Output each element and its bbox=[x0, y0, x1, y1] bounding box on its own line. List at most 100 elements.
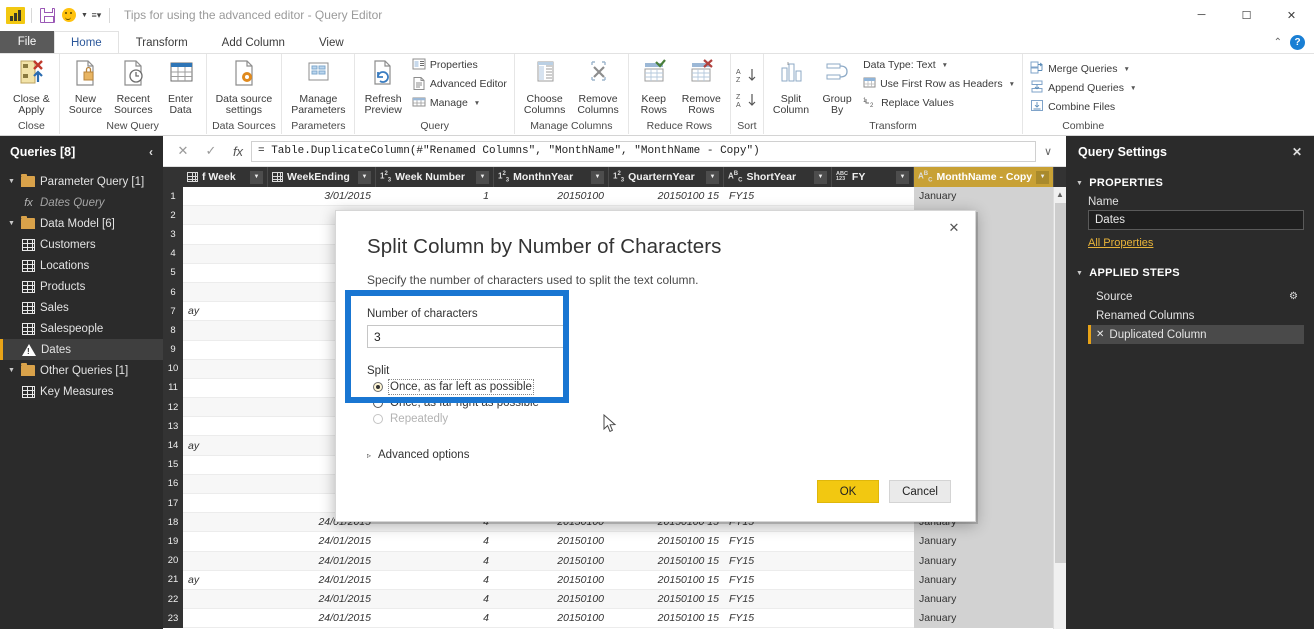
table-cell[interactable]: 4 bbox=[376, 532, 494, 551]
scroll-up-arrow-icon[interactable]: ▲ bbox=[1054, 187, 1066, 201]
table-cell[interactable] bbox=[183, 263, 268, 282]
applied-step-source[interactable]: Source ⚙ bbox=[1088, 287, 1304, 306]
radio-button-icon[interactable] bbox=[373, 382, 383, 392]
table-cell[interactable] bbox=[832, 589, 914, 608]
query-item-salespeople[interactable]: Salespeople bbox=[0, 318, 163, 339]
table-cell[interactable]: 3/01/2015 bbox=[268, 187, 376, 206]
minimize-button[interactable]: ─ bbox=[1179, 0, 1224, 31]
choose-columns-button[interactable]: Choose Columns bbox=[519, 56, 570, 119]
table-cell[interactable]: 4 bbox=[376, 609, 494, 628]
formula-expand-icon[interactable]: ∨ bbox=[1036, 145, 1060, 158]
all-properties-link[interactable]: All Properties bbox=[1066, 230, 1314, 249]
use-first-row-dropdown-icon[interactable]: ▼ bbox=[1009, 81, 1015, 88]
table-cell[interactable]: 20150100 15 bbox=[609, 187, 724, 206]
remove-columns-button[interactable]: Remove Columns bbox=[572, 56, 623, 119]
column-filter-icon[interactable]: ▼ bbox=[1036, 170, 1050, 184]
radio-once-far-right[interactable]: Once, as far right as possible bbox=[336, 393, 975, 409]
applied-steps-section-header[interactable]: ▼ APPLIED STEPS bbox=[1066, 249, 1314, 283]
advanced-options-toggle[interactable]: ▹ Advanced options bbox=[336, 425, 975, 461]
column-header-shortyear[interactable]: ABC ShortYear ▼ bbox=[724, 167, 832, 187]
tab-view[interactable]: View bbox=[302, 31, 361, 53]
table-cell[interactable]: FY15 bbox=[724, 609, 832, 628]
manage-parameters-button[interactable]: Manage Parameters bbox=[286, 56, 350, 119]
properties-section-header[interactable]: ▼ PROPERTIES bbox=[1066, 167, 1314, 193]
column-header-monthname-copy[interactable]: ABC MonthName - Copy ▼ bbox=[914, 167, 1054, 187]
close-query-settings-icon[interactable]: ✕ bbox=[1292, 145, 1302, 159]
cancel-button[interactable]: Cancel bbox=[889, 480, 951, 503]
table-cell[interactable] bbox=[183, 609, 268, 628]
table-cell[interactable]: January bbox=[914, 570, 1054, 590]
query-group-parameter-query[interactable]: ▼ Parameter Query [1] bbox=[0, 171, 163, 192]
table-cell[interactable]: 20150100 bbox=[494, 609, 609, 628]
table-cell[interactable] bbox=[832, 551, 914, 570]
column-header-quarternyear[interactable]: 123 QuarternYear ▼ bbox=[609, 167, 724, 187]
table-cell[interactable] bbox=[183, 513, 268, 532]
table-cell[interactable] bbox=[832, 570, 914, 589]
query-group-other-queries[interactable]: ▼ Other Queries [1] bbox=[0, 360, 163, 381]
table-cell[interactable]: January bbox=[914, 187, 1054, 206]
close-and-apply-button[interactable]: Close & Apply bbox=[8, 56, 55, 119]
expander-icon[interactable]: ▼ bbox=[8, 367, 16, 374]
column-header-weekending[interactable]: WeekEnding ▼ bbox=[268, 167, 376, 187]
column-filter-icon[interactable]: ▼ bbox=[358, 170, 371, 184]
table-cell[interactable]: January bbox=[914, 608, 1054, 628]
gear-icon[interactable]: ⚙ bbox=[1289, 291, 1298, 302]
table-row[interactable]: 19 24/01/2015 4 20150100 20150100 15 FY15 Janu… bbox=[163, 531, 1066, 552]
expander-icon[interactable]: ▼ bbox=[8, 220, 16, 227]
table-cell[interactable]: 1 bbox=[376, 187, 494, 206]
refresh-preview-button[interactable]: Refresh Preview bbox=[359, 56, 406, 119]
table-cell[interactable]: 24/01/2015 bbox=[268, 589, 376, 608]
table-cell[interactable] bbox=[832, 609, 914, 628]
table-cell[interactable]: 20150100 bbox=[494, 551, 609, 570]
table-cell[interactable]: 24/01/2015 bbox=[268, 609, 376, 628]
table-cell[interactable]: ay bbox=[183, 302, 268, 321]
table-cell[interactable]: January bbox=[914, 589, 1054, 609]
table-cell[interactable] bbox=[183, 589, 268, 608]
collapse-ribbon-icon[interactable]: ⌃ bbox=[1274, 37, 1282, 48]
table-cell[interactable]: 20150100 15 bbox=[609, 532, 724, 551]
table-row[interactable]: 21 ay 24/01/2015 4 20150100 20150100 15 FY15 Ja… bbox=[163, 570, 1066, 590]
formula-accept-icon[interactable]: ✓ bbox=[197, 140, 225, 162]
radio-button-icon[interactable] bbox=[373, 398, 383, 408]
expander-icon[interactable]: ▼ bbox=[8, 178, 16, 185]
expander-icon[interactable]: ▼ bbox=[1076, 270, 1083, 277]
ok-button[interactable]: OK bbox=[817, 480, 879, 503]
table-cell[interactable] bbox=[832, 532, 914, 551]
group-by-button[interactable]: Group By bbox=[816, 56, 858, 119]
grid-vertical-scrollbar[interactable]: ▲ bbox=[1053, 187, 1066, 629]
query-item-customers[interactable]: Customers bbox=[0, 234, 163, 255]
merge-queries-button[interactable]: Merge Queries ▼ bbox=[1027, 60, 1139, 78]
column-header-of-week[interactable]: f Week ▼ bbox=[183, 167, 268, 187]
tab-home[interactable]: Home bbox=[54, 31, 119, 53]
split-column-button[interactable]: Split Column bbox=[768, 56, 814, 119]
table-cell[interactable]: 4 bbox=[376, 570, 494, 589]
table-cell[interactable] bbox=[183, 359, 268, 378]
table-cell[interactable] bbox=[183, 206, 268, 225]
append-queries-dropdown-icon[interactable]: ▼ bbox=[1130, 85, 1136, 92]
query-item-dates[interactable]: Dates bbox=[0, 339, 163, 360]
column-filter-icon[interactable]: ▼ bbox=[706, 170, 719, 184]
table-row[interactable]: 23 24/01/2015 4 20150100 20150100 15 FY15 Janu… bbox=[163, 608, 1066, 629]
table-cell[interactable]: ay bbox=[183, 570, 268, 589]
radio-once-far-left[interactable]: Once, as far left as possible bbox=[336, 377, 975, 395]
table-cell[interactable] bbox=[832, 187, 914, 206]
table-cell[interactable] bbox=[183, 321, 268, 340]
table-row[interactable]: 20 24/01/2015 4 20150100 20150100 15 FY15 Janu… bbox=[163, 551, 1066, 571]
table-cell[interactable]: 24/01/2015 bbox=[268, 551, 376, 570]
table-cell[interactable]: 20150100 bbox=[494, 187, 609, 206]
query-name-input[interactable]: Dates bbox=[1088, 210, 1304, 230]
data-source-settings-button[interactable]: Data source settings bbox=[211, 56, 278, 119]
applied-step-duplicated-column[interactable]: ✕ Duplicated Column bbox=[1088, 325, 1304, 344]
sort-descending-icon[interactable]: Z A bbox=[735, 92, 759, 113]
table-cell[interactable] bbox=[183, 340, 268, 359]
delete-step-icon[interactable]: ✕ bbox=[1096, 329, 1104, 340]
table-cell[interactable]: 20150100 15 bbox=[609, 551, 724, 570]
column-filter-icon[interactable]: ▼ bbox=[591, 170, 604, 184]
table-cell[interactable]: 20150100 15 bbox=[609, 589, 724, 608]
advanced-editor-button[interactable]: Advanced Editor bbox=[409, 75, 510, 93]
tab-add-column[interactable]: Add Column bbox=[205, 31, 302, 53]
customize-qat-icon[interactable]: ≡▾ bbox=[90, 9, 103, 22]
data-type-dropdown-icon[interactable]: ▼ bbox=[942, 62, 948, 69]
applied-step-renamed-columns[interactable]: Renamed Columns bbox=[1088, 306, 1304, 325]
table-cell[interactable]: ay bbox=[183, 436, 268, 455]
